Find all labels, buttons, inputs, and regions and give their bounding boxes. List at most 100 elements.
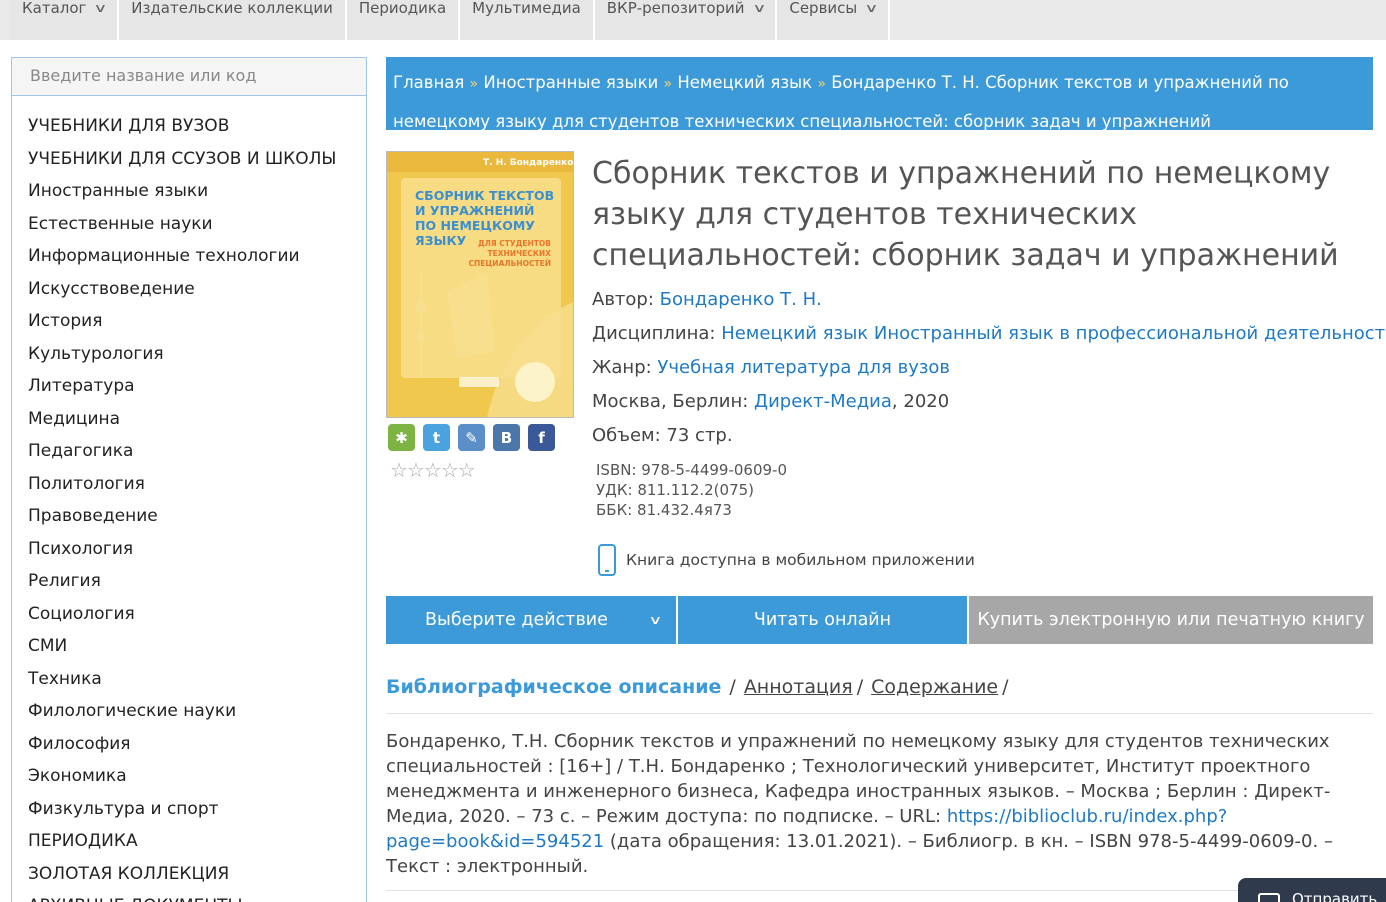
category-item[interactable]: История [12,308,366,341]
category-item[interactable]: Иностранные языки [12,178,366,211]
category-item[interactable]: Естественные науки [12,211,366,244]
top-nav: Каталог ∨ Издательские коллекции Периодика М… [0,0,1386,40]
genre-link[interactable]: Учебная литература для вузов [657,357,950,378]
star-icon[interactable]: ☆ [458,458,476,482]
category-item[interactable]: Философия [12,731,366,764]
breadcrumb-item[interactable]: Главная [393,73,464,92]
tab-annotation[interactable]: Аннотация [744,676,853,698]
vkontakte-icon[interactable]: B [493,424,520,451]
catalog-search-box [12,58,366,96]
publish-year: , 2020 [891,391,950,412]
cover-title-line-3: ПО НЕМЕЦКОМУ [415,218,535,233]
description-tabs: Библиографическое описание / Аннотация / Сод… [386,676,1009,698]
category-item[interactable]: Правоведение [12,503,366,536]
genre-label: Жанр: [592,357,652,378]
cover-title-line-4: ЯЗЫКУ [415,233,467,248]
twitter-icon[interactable]: t [423,424,450,451]
publisher-row: Москва, Берлин: Директ-Медиа, 2020 [592,389,1386,423]
breadcrumb-separator: » [817,76,826,92]
star-icon[interactable]: ☆ [390,458,408,482]
category-item[interactable]: Педагогика [12,438,366,471]
choose-action-button[interactable]: Выберите действие ∨ [386,596,676,644]
book-actions: Выберите действие ∨ Читать онлайн Купить… [386,596,1375,644]
udk: УДК: 811.112.2(075) [596,481,755,499]
chevron-down-icon: ∨ [751,1,766,15]
book-cover[interactable]: Т. Н. Бондаренко СБОРНИК ТЕКСТОВ И УПРАЖ… [386,151,574,418]
category-item[interactable]: Филологические науки [12,698,366,731]
message-icon [1258,892,1280,902]
category-item[interactable]: АРХИВНЫЕ ДОКУМЕНТЫ [12,893,366,902]
isbn: ISBN: 978-5-4499-0609-0 [596,461,787,479]
share-buttons: ✱ t ✎ Bf [388,424,555,451]
nav-item-2[interactable]: Периодика [346,0,461,40]
facebook-icon[interactable]: f [528,424,555,451]
cover-title-line-1: СБОРНИК ТЕКСТОВ [415,188,554,203]
category-item[interactable]: УЧЕБНИКИ ДЛЯ ССУЗОВ И ШКОЛЫ [12,146,366,179]
top-nav-items: Каталог ∨ Издательские коллекции Периодика М… [10,0,891,40]
breadcrumb-separator: » [663,76,673,92]
nav-item-0[interactable]: Каталог ∨ [10,0,120,40]
mobile-note: Книга доступна в мобильном приложении [626,551,975,569]
nav-item-4[interactable]: ВКР-репозиторий ∨ [594,0,778,40]
category-item[interactable]: Религия [12,568,366,601]
category-item[interactable]: УЧЕБНИКИ ДЛЯ ВУЗОВ [12,113,366,146]
breadcrumb-item[interactable]: Иностранные языки [483,73,658,92]
discipline-link[interactable]: Немецкий язык Иностранный язык в професс… [721,323,1386,344]
odnoklassniki-icon[interactable]: ✱ [388,424,415,451]
volume-row: Объем: 73 стр. [592,425,733,446]
cover-author: Т. Н. Бондаренко [483,158,573,168]
tab-bibliographic[interactable]: Библиографическое описание [386,676,721,698]
category-item[interactable]: Экономика [12,763,366,796]
star-icon[interactable]: ☆ [407,458,425,482]
category-item[interactable]: Культурология [12,341,366,374]
rating-stars[interactable]: ☆☆☆☆☆ [390,458,476,482]
nav-item-label: Издательские коллекции [131,0,333,17]
chevron-down-icon: ∨ [864,1,879,15]
category-item[interactable]: Медицина [12,406,366,439]
category-item[interactable]: ПЕРИОДИКА [12,828,366,861]
category-item[interactable]: Искусствоведение [12,276,366,309]
breadcrumb-item[interactable]: Немецкий язык [677,73,812,92]
book-codes: ISBN: 978-5-4499-0609-0 УДК: 811.112.2(0… [596,460,787,520]
nav-item-label: ВКР-репозиторий [606,0,745,17]
category-item[interactable]: ЗОЛОТАЯ КОЛЛЕКЦИЯ [12,861,366,894]
category-item[interactable]: Физкультура и спорт [12,796,366,829]
chevron-down-icon: ∨ [93,1,108,15]
star-icon[interactable]: ☆ [424,458,442,482]
book-cover-art: Т. Н. Бондаренко СБОРНИК ТЕКСТОВ И УПРАЖ… [387,152,573,417]
tab-contents[interactable]: Содержание [871,676,998,698]
feedback-widget[interactable]: Отправить [1238,878,1386,902]
read-online-button[interactable]: Читать онлайн [678,596,967,644]
breadcrumb-separator: » [469,76,479,92]
category-item[interactable]: Политология [12,471,366,504]
bibliographic-description: Бондаренко, Т.Н. Сборник текстов и упраж… [386,729,1376,879]
catalog-search-input[interactable] [30,66,348,85]
livejournal-icon[interactable]: ✎ [458,424,485,451]
author-label: Автор: [592,289,654,310]
buy-book-button[interactable]: Купить электронную или печатную книгу [969,596,1373,644]
category-list: УЧЕБНИКИ ДЛЯ ВУЗОВ УЧЕБНИКИ ДЛЯ ССУЗОВ И … [12,96,366,902]
author-link[interactable]: Бондаренко Т. Н. [660,289,822,310]
discipline-row: Дисциплина: Немецкий язык Иностранный яз… [592,321,1386,355]
category-item[interactable]: Техника [12,666,366,699]
nav-item-1[interactable]: Издательские коллекции [119,0,347,40]
feedback-widget-label: Отправить [1292,890,1378,902]
star-icon[interactable]: ☆ [441,458,459,482]
nav-item-5[interactable]: Сервисы ∨ [777,0,891,40]
cover-subtitle-line-3: СПЕЦИАЛЬНОСТЕЙ [468,259,551,268]
tabs-divider [386,713,1373,714]
category-item[interactable]: Литература [12,373,366,406]
bottom-divider [386,890,1373,891]
nav-item-3[interactable]: Мультимедиа [460,0,595,40]
nav-item-label: Периодика [358,0,447,17]
book-title: Сборник текстов и упражнений по немецком… [592,156,1339,273]
category-item[interactable]: СМИ [12,633,366,666]
publisher-link[interactable]: Директ-Медиа [754,391,892,412]
category-item[interactable]: Социология [12,601,366,634]
book-meta: Автор: Бондаренко Т. Н. Дисциплина: Неме… [592,287,1386,457]
discipline-label: Дисциплина: [592,323,716,344]
category-item[interactable]: Психология [12,536,366,569]
author-row: Автор: Бондаренко Т. Н. [592,287,1386,321]
nav-item-label: Мультимедиа [472,0,581,17]
category-item[interactable]: Информационные технологии [12,243,366,276]
